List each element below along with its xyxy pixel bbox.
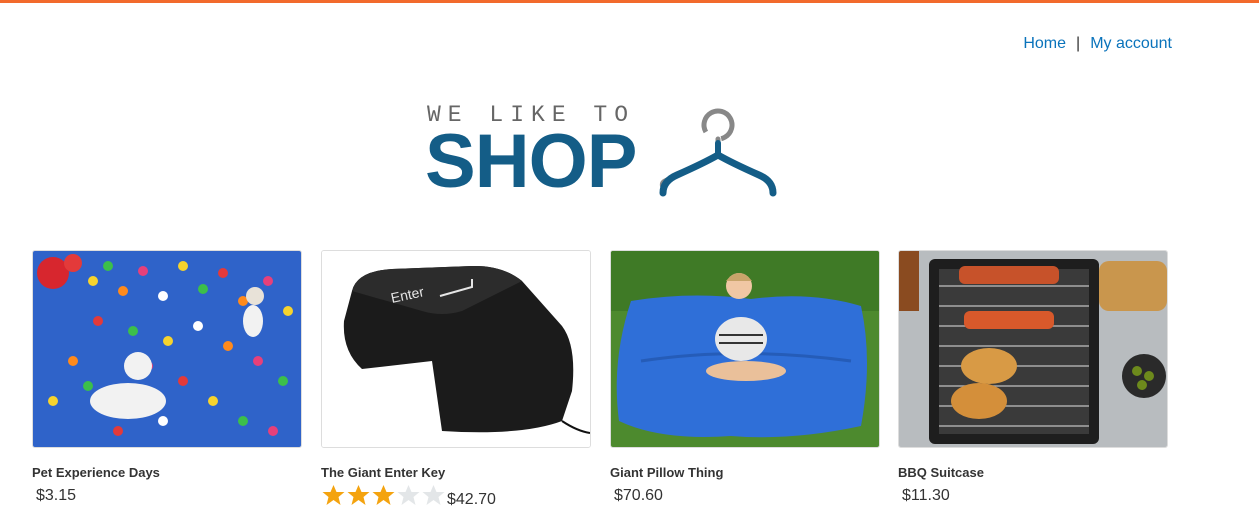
top-accent-bar [0, 0, 1259, 3]
giant-pillow-image [611, 251, 879, 447]
giant-enter-key-image: Enter [322, 251, 590, 447]
product-image[interactable] [32, 250, 302, 448]
product-title[interactable]: Giant Pillow Thing [610, 465, 723, 480]
product-title[interactable]: Pet Experience Days [32, 465, 160, 480]
product-price: $70.60 [614, 487, 663, 504]
star-empty-icon [397, 485, 420, 505]
product-image[interactable]: Enter [321, 250, 591, 448]
product-price: $42.70 [447, 491, 496, 508]
star-filled-icon [372, 485, 395, 505]
bbq-suitcase-image [899, 251, 1167, 447]
product-price: $11.30 [902, 487, 950, 504]
nav-separator: | [1076, 35, 1081, 52]
star-filled-icon [347, 485, 370, 505]
shop-logo[interactable]: WE LIKE TO SHOP [425, 100, 785, 205]
product-title[interactable]: BBQ Suitcase [898, 465, 984, 480]
dogs-with-balloons-image [33, 251, 301, 447]
top-nav: Home | My account [1023, 35, 1172, 53]
product-price: $3.15 [36, 487, 77, 504]
product-rating [321, 484, 446, 506]
my-account-link[interactable]: My account [1090, 35, 1172, 52]
star-empty-icon [422, 485, 445, 505]
product-card[interactable]: Enter The Giant Enter Key $42.70 [321, 250, 591, 508]
logo-wordmark: SHOP [425, 119, 637, 204]
hanger-icon [659, 108, 777, 197]
product-image[interactable] [610, 250, 880, 448]
star-filled-icon [322, 485, 345, 505]
product-card[interactable]: Pet Experience Days $3.15 [32, 250, 302, 504]
product-card[interactable]: BBQ Suitcase $11.30 [898, 250, 1168, 504]
product-image[interactable] [898, 250, 1168, 448]
product-card[interactable]: Giant Pillow Thing $70.60 [610, 250, 880, 504]
home-link[interactable]: Home [1023, 35, 1066, 52]
product-title[interactable]: The Giant Enter Key [321, 465, 445, 480]
